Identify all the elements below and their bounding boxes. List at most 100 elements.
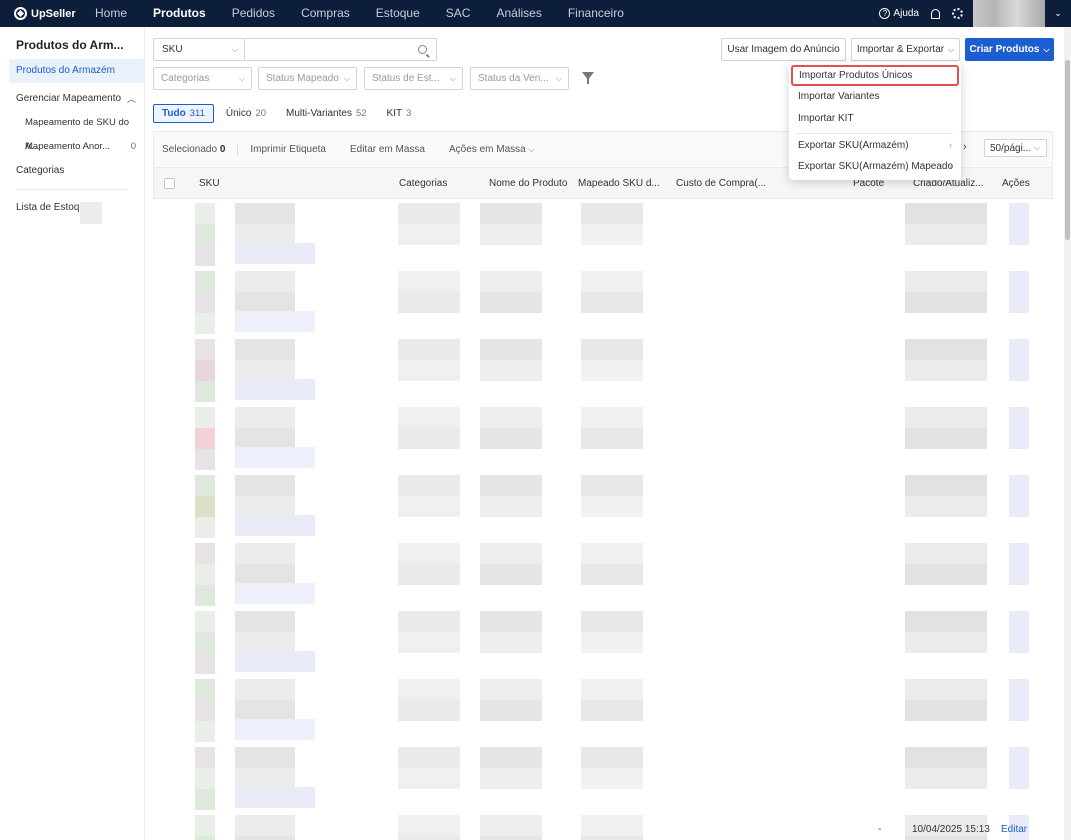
help-link[interactable]: ? Ajuda [879, 8, 919, 19]
search-icon[interactable] [418, 45, 427, 54]
redacted-cell [398, 543, 460, 564]
redacted-cell [480, 632, 542, 653]
bulk-edit-button[interactable]: Editar em Massa [338, 144, 437, 155]
nav-home[interactable]: Home [82, 0, 140, 27]
redacted-cell [398, 836, 460, 840]
redacted-cell [235, 292, 295, 313]
menu-import-kit[interactable]: Importar KIT [789, 108, 961, 129]
redacted-cell [480, 768, 542, 789]
redacted-cell [195, 653, 215, 674]
redacted-cell [235, 815, 295, 836]
redacted-cell [1009, 271, 1029, 292]
tab-label: Tudo [162, 108, 186, 119]
redacted-cell [235, 747, 295, 768]
sidebar-item-mapeamento-anormal[interactable]: Mapeamento Anor... 0 [0, 135, 144, 159]
menu-import-variants[interactable]: Importar Variantes [789, 86, 961, 107]
redacted-cell [1009, 768, 1029, 789]
tab-count: 311 [189, 108, 205, 119]
chevron-down-icon: ⌵ [449, 73, 456, 83]
use-listing-image-button[interactable]: Usar Imagem do Anúncio [721, 38, 846, 61]
redacted-cell [581, 428, 643, 449]
nav-compras[interactable]: Compras [288, 0, 363, 27]
search-input[interactable] [245, 38, 437, 61]
filter-categorias[interactable]: Categorias ⌵ [153, 67, 252, 90]
sidebar-item-produtos-armazem[interactable]: Produtos do Armazém [9, 59, 144, 83]
redacted-cell [195, 768, 215, 789]
create-products-button[interactable]: Criar Produtos ⌵ [965, 38, 1054, 61]
menu-export-sku-mapped[interactable]: Exportar SKU(Armazém) Mapeado › [789, 156, 961, 177]
filter-funnel-icon[interactable] [582, 72, 594, 84]
top-navigation-bar: UpSeller Home Produtos Pedidos Compras E… [0, 0, 1071, 27]
import-export-button[interactable]: Importar & Exportar ⌵ [851, 38, 960, 61]
column-custo-compra[interactable]: Custo de Compra(... [676, 178, 766, 189]
chevron-down-icon: ⌵ [528, 145, 535, 154]
tab-tudo[interactable]: Tudo 311 [153, 104, 214, 123]
sidebar-item-mapeamento-sku[interactable]: Mapeamento de SKU do A... [0, 111, 144, 152]
menu-divider [797, 133, 953, 134]
sidebar-item-count: 0 [130, 141, 136, 152]
scrollbar-thumb[interactable] [1065, 60, 1070, 240]
brand-logo[interactable]: UpSeller [0, 7, 82, 20]
sidebar-divider [16, 189, 128, 190]
selected-label: Selecionado [162, 144, 218, 155]
redacted-cell [235, 243, 315, 264]
menu-item-label: Exportar SKU(Armazém) [798, 140, 909, 151]
search-field-select[interactable]: SKU ⌵ [153, 38, 245, 61]
menu-import-single-products[interactable]: Importar Produtos Únicos [791, 65, 959, 86]
avatar[interactable] [973, 0, 1045, 27]
redacted-cell [1009, 700, 1029, 721]
tab-kit[interactable]: KIT 3 [379, 104, 420, 123]
redacted-cell [581, 768, 643, 789]
print-label-button[interactable]: Imprimir Etiqueta [238, 144, 338, 155]
redacted-cell [195, 428, 215, 449]
tab-unico[interactable]: Único 20 [218, 104, 274, 123]
tab-count: 20 [255, 108, 267, 119]
redacted-cell [1009, 428, 1029, 449]
redacted-cell [480, 292, 542, 313]
gear-icon[interactable] [952, 8, 963, 19]
sidebar-item-gerenciar-mapeamento[interactable]: Gerenciar Mapeamento ︿ [0, 87, 144, 111]
filter-status-mapeado[interactable]: Status Mapeado ⌵ [258, 67, 357, 90]
menu-export-sku[interactable]: Exportar SKU(Armazém) › [789, 135, 961, 156]
sidebar-item-label: Gerenciar Mapeamento [16, 93, 122, 104]
redacted-cell [1009, 224, 1029, 245]
redacted-cell [398, 428, 460, 449]
column-nome-produto[interactable]: Nome do Produto [489, 178, 567, 189]
redacted-cell [581, 475, 643, 496]
nav-analises[interactable]: Análises [483, 0, 554, 27]
column-categorias[interactable]: Categorias [399, 178, 447, 189]
redacted-cell [905, 292, 987, 313]
redacted-cell [581, 271, 643, 292]
page-scrollbar[interactable] [1064, 27, 1071, 840]
bell-icon[interactable] [931, 8, 940, 19]
filter-status-venda[interactable]: Status da Ven... ⌵ [470, 67, 569, 90]
create-products-label: Criar Produtos [969, 44, 1040, 55]
sidebar-item-categorias[interactable]: Categorias [0, 159, 144, 183]
column-sku[interactable]: SKU [199, 178, 220, 189]
next-page-icon[interactable]: › [963, 141, 967, 153]
tab-count: 52 [355, 108, 367, 119]
nav-pedidos[interactable]: Pedidos [219, 0, 288, 27]
nav-produtos[interactable]: Produtos [140, 0, 219, 27]
edit-link[interactable]: Editar [1001, 824, 1027, 835]
sidebar-item-lista-estoque[interactable]: Lista de Estoqu [0, 196, 144, 220]
redacted-cell [480, 224, 542, 245]
nav-estoque[interactable]: Estoque [363, 0, 433, 27]
column-mapeado-sku[interactable]: Mapeado SKU d... [578, 178, 660, 189]
redacted-cell [905, 271, 987, 292]
nav-financeiro[interactable]: Financeiro [555, 0, 637, 27]
chevron-down-icon: ⌵ [948, 44, 955, 54]
import-export-menu: Importar Produtos Únicos Importar Varian… [789, 62, 961, 180]
bulk-actions-button[interactable]: Ações em Massa ⌵ [437, 144, 547, 155]
select-all-checkbox[interactable] [164, 178, 175, 189]
redacted-cell [480, 496, 542, 517]
redacted-cell [235, 360, 295, 381]
tab-label: KIT [386, 108, 403, 119]
filter-status-estoque[interactable]: Status de Est... ⌵ [364, 67, 463, 90]
redacted-cell [480, 747, 542, 768]
nav-sac[interactable]: SAC [433, 0, 484, 27]
chevron-down-icon[interactable]: ⌄ [1045, 0, 1071, 27]
tab-label: Multi-Variantes [286, 108, 352, 119]
tab-multi-variantes[interactable]: Multi-Variantes 52 [278, 104, 375, 123]
per-page-select[interactable]: 50/pági... ⌵ [984, 139, 1047, 157]
